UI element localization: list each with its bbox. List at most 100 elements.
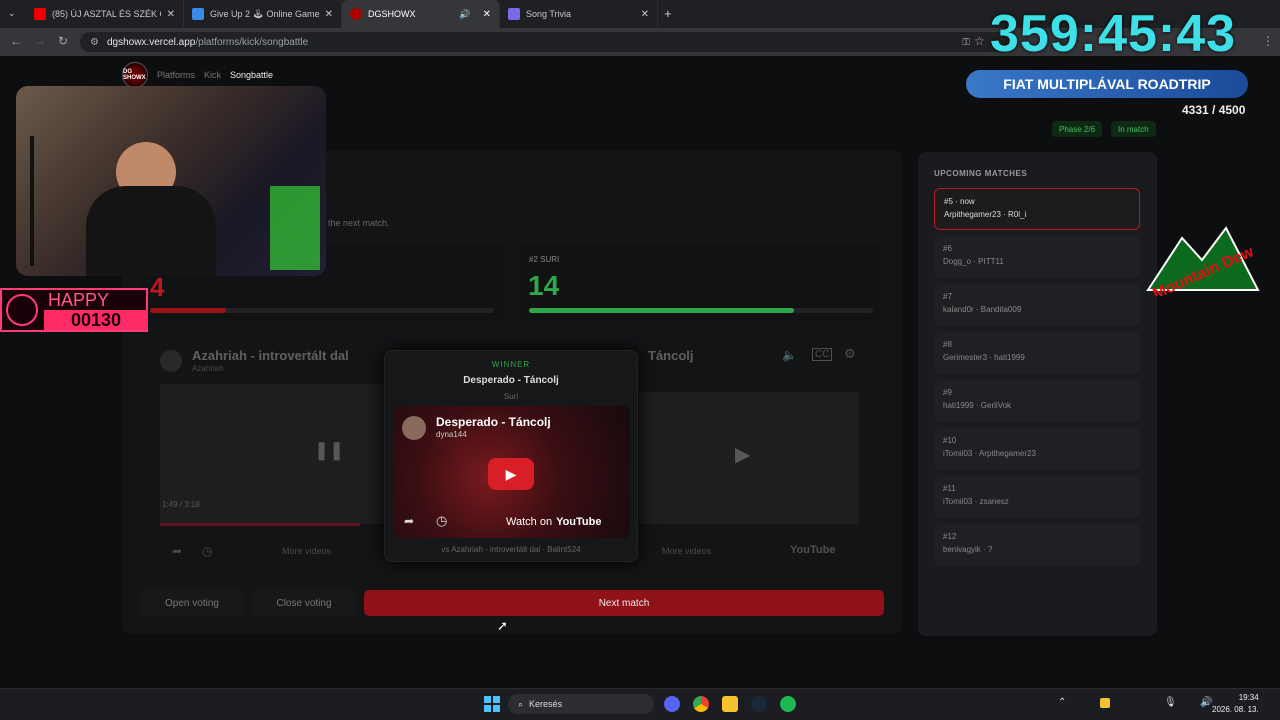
clock-date: 2026. 08. 13. [1212, 705, 1259, 714]
upcoming-match-item[interactable]: #6 Dogg_o · PITT11 [934, 236, 1140, 278]
menu-icon[interactable]: ⋮ [1262, 34, 1274, 48]
upcoming-match-item[interactable]: #9 hati1999 · GerliVok [934, 380, 1140, 422]
nav-songbattle[interactable]: Songbattle [230, 70, 273, 80]
close-tab-icon[interactable]: ✕ [167, 9, 175, 20]
upcoming-match-item[interactable]: #7 kaland0r · Bandita009 [934, 284, 1140, 326]
site-logo[interactable]: DG SHOWX [122, 62, 148, 88]
youtube-icon [34, 8, 46, 20]
goal-progress: 4331 / 4500 [1182, 103, 1246, 117]
microphone-icon[interactable]: 🎙 [1164, 697, 1177, 708]
tray-app-icon[interactable] [1100, 698, 1110, 708]
close-tab-icon[interactable]: ✕ [641, 9, 649, 20]
new-tab-button[interactable]: + [664, 6, 672, 21]
hint-text: the next match. [328, 218, 390, 228]
match-number: #7 [943, 292, 952, 301]
upcoming-match-item[interactable]: #10 iTomii03 · Arpithegamer23 [934, 428, 1140, 470]
steam-icon[interactable] [751, 696, 767, 712]
right-score: 14 [528, 270, 560, 301]
taskbar-search[interactable]: ⌕ Keresés [508, 694, 654, 714]
watch-on-label: Watch on [506, 516, 553, 528]
tab-list-chevron-icon[interactable]: ⌄ [8, 8, 16, 19]
open-voting-button[interactable]: Open voting [140, 590, 244, 616]
speaker-icon[interactable]: 🔊 [459, 9, 470, 20]
discord-icon[interactable] [664, 696, 680, 712]
yt-channel[interactable]: dyna144 [436, 430, 467, 439]
reload-icon[interactable]: ↻ [58, 34, 68, 48]
match-number: #12 [943, 532, 957, 541]
url-bar[interactable]: ⚙ dgshowx.vercel.app/platforms/kick/song… [80, 32, 1010, 52]
upcoming-match-item[interactable]: #8 Gerimester3 · hati1999 [934, 332, 1140, 374]
match-number: #10 [943, 436, 957, 445]
upcoming-match-item[interactable]: #11 iTomii03 · zsanesz [934, 476, 1140, 518]
watch-on-youtube[interactable]: Watch on YouTube [506, 516, 601, 528]
bookmark-star-icon[interactable]: ☆ [974, 34, 985, 48]
left-video-progress[interactable] [160, 523, 360, 526]
match-number: #9 [943, 388, 952, 397]
volume-icon[interactable]: 🔊 [1200, 697, 1212, 708]
match-players: benivagyik · ? [943, 545, 993, 554]
more-videos-link[interactable]: More videos [662, 546, 711, 556]
subathon-timer: 359:45:43 [990, 5, 1237, 63]
left-score-bar [150, 308, 494, 313]
nav-kick[interactable]: Kick [204, 70, 221, 80]
close-tab-icon[interactable]: ✕ [483, 9, 491, 20]
captions-icon[interactable]: CC [812, 348, 833, 361]
left-video-time: 1:49 / 3:18 [162, 500, 200, 509]
close-voting-button[interactable]: Close voting [252, 590, 356, 616]
match-players: Dogg_o · PITT11 [943, 257, 1004, 266]
pc-case [270, 186, 320, 270]
youtube-logo[interactable]: YouTube [790, 544, 835, 556]
share-icon[interactable]: ➦ [404, 514, 414, 528]
spotify-icon[interactable] [780, 696, 796, 712]
site-info-icon[interactable]: ⚙ [90, 37, 99, 48]
start-icon[interactable] [484, 696, 500, 712]
channel-avatar [160, 350, 182, 372]
next-match-button[interactable]: Next match [364, 590, 884, 616]
back-icon[interactable]: ← [10, 34, 22, 48]
forward-icon[interactable]: → [34, 34, 46, 48]
volume-icon[interactable]: 🔈 [782, 348, 797, 362]
close-tab-icon[interactable]: ✕ [325, 9, 333, 20]
youtube-logo: YouTube [556, 516, 602, 528]
watch-later-icon[interactable]: ◷ [202, 544, 212, 558]
yt-title[interactable]: Desperado - Táncolj [436, 415, 551, 429]
right-video-player[interactable]: ▶ [639, 392, 859, 524]
winner-sub: Suri [503, 392, 519, 401]
nav-platforms[interactable]: Platforms [157, 70, 195, 80]
tray-chevron-icon[interactable]: ⌃ [1058, 697, 1066, 708]
yt-play-button[interactable]: ▶ [488, 458, 534, 490]
upcoming-match-item[interactable]: #12 benivagyik · ? [934, 524, 1140, 566]
tab-give-up[interactable]: Give Up 2 🕹 Online Game | G ✕ [184, 0, 342, 28]
left-score-fill [150, 308, 226, 313]
match-players: Arpithegamer23 · R0l_i [944, 210, 1027, 219]
trivia-icon [508, 8, 520, 20]
phase-badge: Phase 2/6 [1052, 121, 1103, 137]
right-label: #2 SURI [529, 255, 560, 264]
pause-icon[interactable]: ❚❚ [314, 440, 344, 461]
settings-gear-icon[interactable]: ⚙ [844, 346, 856, 362]
play-icon[interactable]: ▶ [735, 442, 750, 467]
upcoming-heading: UPCOMING MATCHES [934, 169, 1028, 178]
taskbar-clock[interactable]: 19:34 2026. 08. 13. [1212, 692, 1259, 716]
winner-youtube-embed[interactable]: Desperado - Táncolj dyna144 ▶ ➦ ◷ Watch … [394, 406, 630, 538]
upcoming-match-item[interactable]: #5 · now Arpithegamer23 · R0l_i [934, 188, 1140, 230]
left-artist: Azahriah [192, 364, 224, 373]
winner-label: WINNER [491, 360, 531, 369]
match-players: kaland0r · Bandita009 [943, 305, 1022, 314]
chrome-icon[interactable] [693, 696, 709, 712]
streamer-body [86, 186, 216, 276]
left-song-title[interactable]: Azahriah - introvertált dal [192, 348, 349, 363]
share-icon[interactable]: ➦ [172, 544, 182, 558]
tab-dgshowx[interactable]: DGSHOWX 🔊 ✕ [342, 0, 500, 28]
tab-song-trivia[interactable]: Song Trivia ✕ [500, 0, 658, 28]
watch-later-icon[interactable]: ◷ [436, 513, 447, 529]
match-number: #6 [943, 244, 952, 253]
mouse-cursor-icon: ➚ [497, 618, 508, 633]
tab-youtube[interactable]: (85) ÚJ ASZTAL ÉS SZÉK ÖSSZE ✕ [26, 0, 184, 28]
more-videos-link[interactable]: More videos [282, 546, 331, 556]
search-icon: ⌕ [518, 698, 524, 709]
right-song-title[interactable]: Táncolj [648, 348, 694, 363]
key-icon[interactable]: ⚿ [962, 37, 970, 48]
file-explorer-icon[interactable] [722, 696, 738, 712]
channel-avatar [402, 416, 426, 440]
